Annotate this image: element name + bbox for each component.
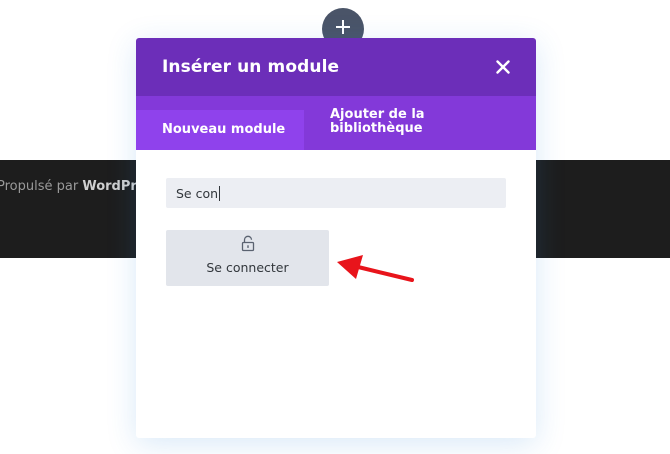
arrow-icon (337, 255, 414, 282)
footer-credit-link[interactable]: WordPr (82, 179, 136, 194)
tab-new-module[interactable]: Nouveau module (136, 110, 304, 150)
insert-module-modal: Insérer un module Nouveau module Ajouter… (136, 38, 536, 438)
tab-add-from-library[interactable]: Ajouter de la bibliothèque (304, 96, 464, 150)
search-input-text: Se con (176, 186, 219, 201)
plus-icon (336, 20, 350, 34)
modal-header: Insérer un module (136, 38, 536, 96)
close-button[interactable] (490, 54, 516, 80)
lock-icon (241, 235, 255, 252)
module-login[interactable]: Se connecter (166, 230, 329, 286)
close-icon (496, 60, 510, 74)
modal-title: Insérer un module (162, 57, 340, 77)
modal-tabs: Nouveau module Ajouter de la bibliothèqu… (136, 96, 536, 150)
footer-credit-prefix: Propulsé par (0, 179, 83, 194)
search-input-value: Se con (176, 186, 221, 201)
tab-add-from-library-label: Ajouter de la bibliothèque (330, 107, 425, 136)
footer-credit: Propulsé par WordPr (0, 179, 137, 194)
text-caret (219, 186, 221, 201)
module-login-label: Se connecter (206, 260, 289, 275)
tab-new-module-label: Nouveau module (162, 122, 286, 137)
modal-body: Se con Se connecter (136, 150, 536, 438)
